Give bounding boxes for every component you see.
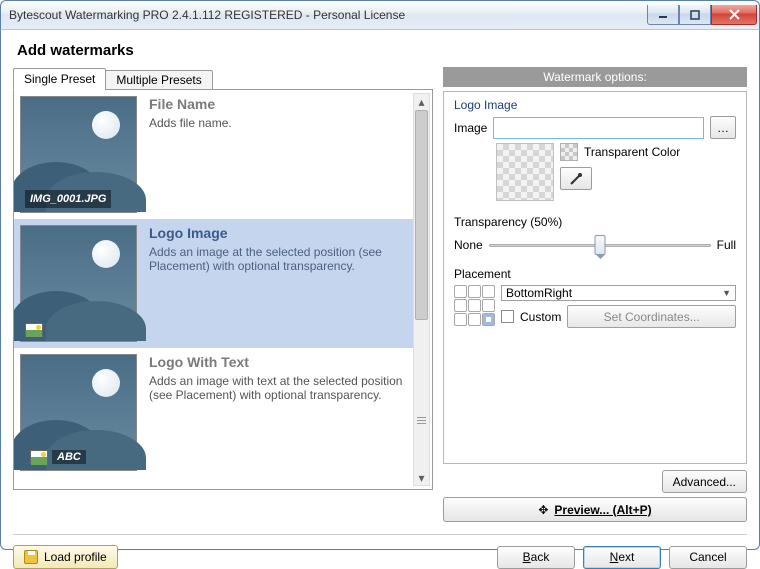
back-button[interactable]: Back [497, 546, 575, 569]
preset-list-panel: IMG_0001.JPG File Name Adds file name. [13, 89, 433, 490]
transparent-color-swatch [560, 143, 578, 161]
transparency-slider[interactable] [489, 233, 711, 257]
eyedropper-icon [569, 172, 583, 186]
window-title: Bytescout Watermarking PRO 2.4.1.112 REG… [9, 8, 645, 22]
scroll-thumb[interactable] [415, 110, 428, 320]
tab-multiple-presets[interactable]: Multiple Presets [105, 70, 212, 90]
footer: Load profile Back Next Cancel [13, 534, 747, 569]
options-panel: Logo Image Image … Transparent Color [443, 91, 747, 464]
preview-button[interactable]: ✥ Preview... (Alt+P) [443, 497, 747, 522]
preset-desc: Adds file name. [149, 116, 232, 130]
eyedropper-button[interactable] [560, 167, 592, 190]
preview-label: Preview... (Alt+P) [554, 503, 651, 517]
placement-grid[interactable] [454, 285, 495, 326]
titlebar: Bytescout Watermarking PRO 2.4.1.112 REG… [0, 0, 760, 30]
close-button[interactable] [711, 5, 757, 25]
thumb-overlay-text: IMG_0001.JPG [25, 190, 111, 208]
placement-dropdown[interactable]: BottomRight ▼ [501, 285, 736, 301]
preset-title: Logo With Text [149, 354, 407, 370]
client-area: Add watermarks Single Preset Multiple Pr… [0, 30, 760, 550]
cancel-button[interactable]: Cancel [669, 546, 747, 569]
preset-item-logo-image[interactable]: Logo Image Adds an image at the selected… [14, 219, 413, 348]
preset-item-logo-with-text[interactable]: ABC Logo With Text Adds an image with te… [14, 348, 413, 477]
load-profile-button[interactable]: Load profile [13, 545, 118, 569]
preset-item-file-name[interactable]: IMG_0001.JPG File Name Adds file name. [14, 90, 413, 219]
transparency-full-label: Full [717, 238, 736, 252]
next-button[interactable]: Next [583, 546, 661, 569]
window-buttons [645, 5, 757, 25]
transparent-color-label: Transparent Color [584, 145, 680, 159]
image-path-input[interactable] [493, 117, 704, 139]
placement-label: Placement [454, 267, 736, 281]
custom-label: Custom [520, 310, 561, 324]
preset-title: Logo Image [149, 225, 407, 241]
preset-desc: Adds an image at the selected position (… [149, 245, 407, 273]
watermark-options-header: Watermark options: [443, 67, 747, 87]
logo-image-group-label: Logo Image [454, 98, 736, 112]
transparency-none-label: None [454, 238, 483, 252]
maximize-button[interactable] [679, 5, 711, 25]
advanced-button[interactable]: Advanced... [662, 470, 747, 493]
load-profile-label: Load profile [44, 550, 107, 564]
disk-icon [24, 550, 38, 564]
transparency-label: Transparency (50%) [454, 215, 736, 229]
custom-checkbox[interactable] [501, 310, 514, 323]
preset-tabs: Single Preset Multiple Presets [13, 68, 433, 90]
preset-thumb: ABC [20, 354, 137, 471]
chevron-down-icon: ▼ [722, 288, 731, 298]
preset-thumb [20, 225, 137, 342]
minimize-button[interactable] [647, 5, 679, 25]
preset-thumb: IMG_0001.JPG [20, 96, 137, 213]
move-icon: ✥ [538, 503, 548, 517]
preset-title: File Name [149, 96, 232, 112]
preset-desc: Adds an image with text at the selected … [149, 374, 407, 402]
image-label: Image [454, 121, 487, 135]
scroll-up-icon[interactable]: ▴ [414, 94, 429, 109]
image-preview [496, 143, 554, 201]
thumb-overlay-image-icon [25, 323, 43, 337]
thumb-overlay-combo: ABC [25, 448, 91, 466]
set-coordinates-button[interactable]: Set Coordinates... [567, 305, 736, 328]
scroll-down-icon[interactable]: ▾ [414, 470, 429, 485]
page-heading: Add watermarks [1, 30, 759, 67]
placement-bottom-right[interactable] [482, 313, 495, 326]
tab-single-preset[interactable]: Single Preset [13, 68, 106, 90]
browse-button[interactable]: … [710, 116, 736, 139]
preset-scrollbar[interactable]: ▴ ▾ [413, 93, 430, 486]
placement-value: BottomRight [506, 286, 572, 300]
